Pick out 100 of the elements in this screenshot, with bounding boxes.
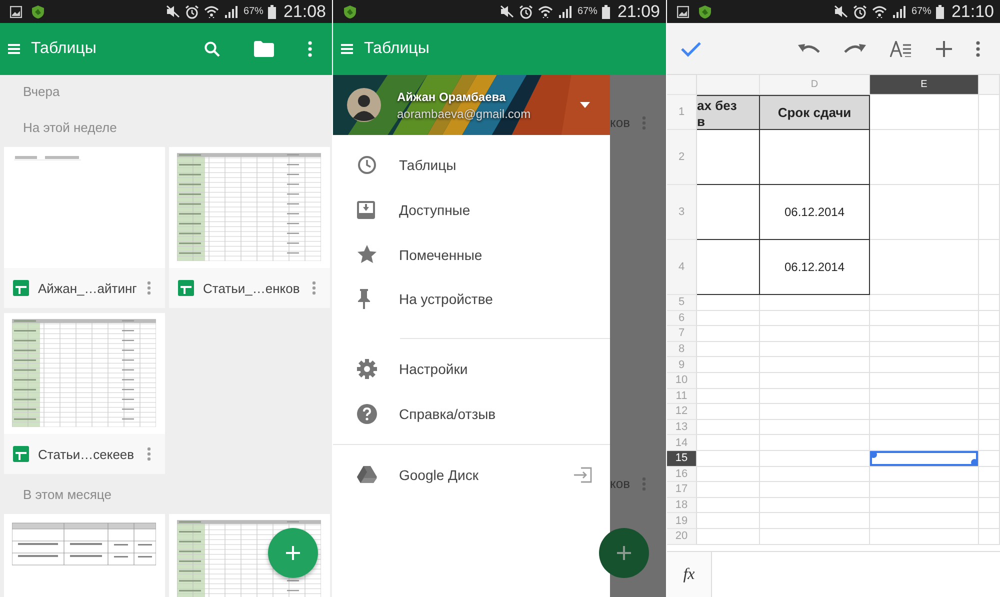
- battery-icon: [602, 4, 610, 18]
- folder-icon[interactable]: [254, 41, 274, 57]
- clock-time: 21:10: [951, 2, 994, 22]
- spreadsheet-icon: [13, 280, 29, 296]
- file-name: ков: [610, 476, 630, 491]
- corner-header[interactable]: [667, 75, 697, 95]
- settings-icon: [357, 359, 377, 380]
- more-icon[interactable]: [308, 41, 312, 57]
- row-number[interactable]: 10: [667, 372, 697, 389]
- file-card[interactable]: Статьи_…енков: [169, 147, 330, 308]
- clock-time: 21:09: [617, 2, 660, 22]
- column-header[interactable]: [979, 75, 1000, 95]
- signal-icon: [224, 5, 238, 18]
- menu-icon[interactable]: [8, 43, 20, 55]
- file-name: Айжан_…айтинг: [38, 280, 138, 296]
- section-heading: На этой неделе: [23, 120, 117, 134]
- download-tray-icon: [357, 201, 375, 220]
- more-icon[interactable]: [147, 447, 151, 461]
- row-number[interactable]: 5: [667, 295, 697, 311]
- row-number[interactable]: 17: [667, 482, 697, 498]
- mute-icon: [834, 5, 848, 18]
- drive-icon: [357, 466, 377, 484]
- mute-icon: [166, 5, 180, 18]
- file-card[interactable]: Статьи…секеев: [4, 313, 165, 474]
- battery-percent: 67%: [911, 6, 932, 17]
- drawer-item[interactable]: Настройки: [333, 346, 610, 392]
- search-icon[interactable]: [204, 41, 220, 57]
- shield-icon: [343, 4, 357, 18]
- drawer-item[interactable]: Таблицы: [333, 143, 610, 188]
- add-fab[interactable]: [268, 528, 318, 578]
- table-cell: 06.12.2014: [784, 260, 845, 274]
- drawer-item[interactable]: Справка/отзыв: [333, 391, 610, 436]
- row-number[interactable]: 11: [667, 388, 697, 404]
- drawer-item[interactable]: На устройстве: [333, 277, 610, 322]
- row-number[interactable]: 19: [667, 513, 697, 529]
- row-number[interactable]: 18: [667, 498, 697, 514]
- add-icon[interactable]: [936, 40, 952, 56]
- app-title: Таблицы: [31, 40, 96, 58]
- battery-percent: 67%: [577, 6, 598, 17]
- file-card[interactable]: Айжан_…айтинг: [4, 147, 165, 308]
- more-icon[interactable]: [976, 40, 980, 56]
- spreadsheet-icon: [13, 446, 29, 462]
- alarm-icon: [185, 4, 200, 18]
- section-heading: Вчера: [23, 84, 60, 98]
- caret-icon[interactable]: [580, 102, 590, 108]
- undo-icon[interactable]: [798, 42, 820, 54]
- column-header[interactable]: [697, 75, 760, 95]
- alarm-icon: [519, 4, 534, 18]
- help-icon: [357, 404, 377, 424]
- drawer-item[interactable]: Доступные: [333, 188, 610, 232]
- function-button[interactable]: fx: [667, 552, 712, 597]
- signal-icon: [558, 5, 572, 18]
- row-number[interactable]: 13: [667, 420, 697, 436]
- battery-icon: [936, 4, 944, 18]
- empty-cell[interactable]: [760, 130, 870, 185]
- drawer-item[interactable]: Google Диск: [333, 453, 610, 498]
- pin-icon: [357, 289, 371, 310]
- table-cell-text: ах без в: [697, 97, 737, 130]
- clock-time: 21:08: [283, 2, 326, 22]
- row-number[interactable]: 12: [667, 404, 697, 420]
- row-number[interactable]: 20: [667, 528, 697, 544]
- row-number[interactable]: 14: [667, 435, 697, 451]
- open-external-icon[interactable]: [574, 467, 592, 484]
- drawer-item[interactable]: Помеченные: [333, 232, 610, 278]
- column-header[interactable]: D: [760, 75, 870, 95]
- avatar-icon[interactable]: [347, 88, 381, 122]
- row-number[interactable]: 2: [667, 130, 697, 185]
- star-icon: [357, 245, 377, 264]
- mute-icon: [500, 5, 514, 18]
- row-number[interactable]: 9: [667, 357, 697, 373]
- row-number[interactable]: 1: [667, 95, 697, 130]
- row-number[interactable]: 4: [667, 240, 697, 295]
- table-cell: Срок сдачи: [778, 105, 852, 120]
- check-icon[interactable]: [681, 40, 701, 56]
- row-number[interactable]: 8: [667, 342, 697, 358]
- redo-icon[interactable]: [844, 42, 866, 54]
- app-title: Таблицы: [364, 40, 430, 58]
- battery-icon: [268, 4, 276, 18]
- table-cell: 06.12.2014: [784, 205, 845, 219]
- battery-percent: 67%: [243, 6, 264, 17]
- row-number[interactable]: 6: [667, 310, 697, 326]
- shield-icon: [31, 4, 45, 18]
- section-heading: В этом месяце: [23, 486, 112, 502]
- column-header[interactable]: E: [870, 75, 979, 95]
- thumbnail-drawing: [14, 155, 82, 161]
- text-format-icon[interactable]: [890, 40, 912, 56]
- alarm-icon: [853, 4, 868, 18]
- file-name: Статьи_…енков: [203, 280, 301, 296]
- file-name: ков: [610, 115, 630, 130]
- file-name: Статьи…секеев: [38, 446, 136, 462]
- row-number[interactable]: 16: [667, 466, 697, 482]
- shield-icon: [698, 4, 712, 18]
- more-icon[interactable]: [312, 281, 316, 295]
- row-number[interactable]: 3: [667, 185, 697, 240]
- wifi-icon: [204, 4, 220, 18]
- menu-icon[interactable]: [341, 43, 353, 55]
- row-number[interactable]: 15: [667, 450, 697, 467]
- row-number[interactable]: 7: [667, 326, 697, 342]
- wifi-icon: [872, 4, 888, 18]
- more-icon[interactable]: [147, 281, 151, 295]
